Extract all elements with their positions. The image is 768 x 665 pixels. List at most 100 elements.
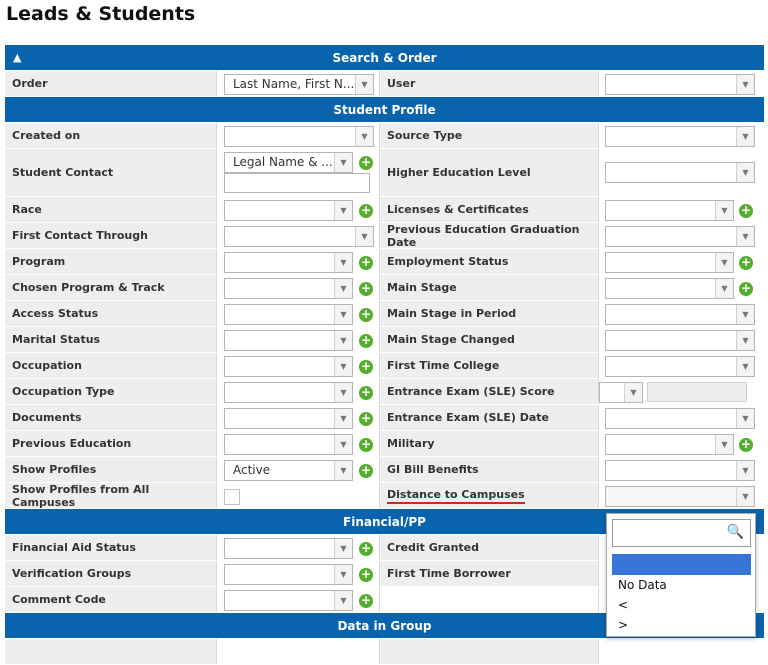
dropdown-option-lt[interactable]: <: [618, 598, 628, 612]
program-select[interactable]: ▼: [224, 252, 353, 273]
chevron-down-icon: ▼: [334, 591, 352, 610]
chevron-down-icon: ▼: [736, 409, 754, 428]
add-icon[interactable]: +: [739, 282, 753, 296]
row-program: Program ▼ + Employment Status ▼ +: [5, 249, 764, 275]
add-icon[interactable]: +: [739, 204, 753, 218]
label-credit-granted: Credit Granted: [380, 535, 599, 560]
chevron-down-icon: ▼: [334, 153, 352, 172]
section-search-order[interactable]: ▲ Search & Order: [5, 45, 764, 71]
page-title: Leads & Students: [6, 3, 196, 25]
label-financial-aid: Financial Aid Status: [5, 535, 217, 560]
search-icon: 🔍: [726, 524, 744, 540]
first-contact-select[interactable]: ▼: [224, 226, 374, 247]
label-source-type: Source Type: [380, 123, 599, 148]
access-status-select[interactable]: ▼: [224, 304, 353, 325]
occupation-select[interactable]: ▼: [224, 356, 353, 377]
gi-bill-select[interactable]: ▼: [605, 460, 755, 481]
chevron-down-icon: ▼: [355, 127, 373, 146]
add-icon[interactable]: +: [359, 360, 373, 374]
add-icon[interactable]: +: [359, 282, 373, 296]
chevron-up-icon[interactable]: ▲: [13, 45, 21, 71]
add-icon[interactable]: +: [359, 308, 373, 322]
user-select[interactable]: ▼: [605, 74, 755, 95]
chevron-down-icon: ▼: [736, 75, 754, 94]
student-contact-select[interactable]: Legal Name & ... ▼: [224, 152, 353, 173]
race-select[interactable]: ▼: [224, 200, 353, 221]
dropdown-option-gt[interactable]: >: [618, 618, 628, 632]
chosen-program-select[interactable]: ▼: [224, 278, 353, 299]
label-employment-status: Employment Status: [380, 249, 599, 274]
comment-code-select[interactable]: ▼: [224, 590, 353, 611]
student-contact-input[interactable]: [224, 173, 370, 193]
all-campuses-checkbox[interactable]: [224, 489, 240, 505]
created-on-select[interactable]: ▼: [224, 126, 374, 147]
documents-select[interactable]: ▼: [224, 408, 353, 429]
chevron-down-icon: ▼: [334, 409, 352, 428]
military-select[interactable]: ▼: [605, 434, 734, 455]
row-occupation-type: Occupation Type ▼ + Entrance Exam (SLE) S…: [5, 379, 764, 405]
dropdown-option-empty[interactable]: [612, 554, 751, 575]
higher-education-select[interactable]: ▼: [605, 162, 755, 183]
add-icon[interactable]: +: [359, 204, 373, 218]
previous-education-select[interactable]: ▼: [224, 434, 353, 455]
add-icon[interactable]: +: [359, 594, 373, 608]
occupation-type-select[interactable]: ▼: [224, 382, 353, 403]
add-icon[interactable]: +: [739, 256, 753, 270]
marital-status-select[interactable]: ▼: [224, 330, 353, 351]
section-title: Data in Group: [337, 619, 432, 633]
main-stage-changed-select[interactable]: ▼: [605, 330, 755, 351]
add-icon[interactable]: +: [359, 568, 373, 582]
label-sle-date: Entrance Exam (SLE) Date: [380, 405, 599, 430]
sle-score-operator-select[interactable]: ▼: [599, 382, 643, 403]
label-student-contact: Student Contact: [5, 149, 217, 196]
row-all-campuses: Show Profiles from All Campuses Distance…: [5, 483, 764, 509]
chevron-down-icon: ▼: [334, 435, 352, 454]
chevron-down-icon: ▼: [715, 253, 733, 272]
licenses-select[interactable]: ▼: [605, 200, 734, 221]
chevron-down-icon: ▼: [334, 383, 352, 402]
add-icon[interactable]: +: [359, 386, 373, 400]
add-icon[interactable]: +: [359, 464, 373, 478]
label-main-stage: Main Stage: [380, 275, 599, 300]
row-occupation: Occupation ▼ + First Time College ▼: [5, 353, 764, 379]
chevron-down-icon: ▼: [334, 279, 352, 298]
section-title: Financial/PP: [343, 515, 426, 529]
add-icon[interactable]: +: [739, 438, 753, 452]
chevron-down-icon: ▼: [736, 127, 754, 146]
verification-select[interactable]: ▼: [224, 564, 353, 585]
row-created-on: Created on ▼ Source Type ▼: [5, 123, 764, 149]
label-distance-campuses: Distance to Campuses: [387, 488, 525, 504]
first-time-college-select[interactable]: ▼: [605, 356, 755, 377]
chevron-down-icon: ▼: [736, 227, 754, 246]
show-profiles-select[interactable]: Active ▼: [224, 460, 353, 481]
add-icon[interactable]: +: [359, 156, 373, 170]
label-show-profiles: Show Profiles: [5, 457, 217, 482]
add-icon[interactable]: +: [359, 256, 373, 270]
source-type-select[interactable]: ▼: [605, 126, 755, 147]
add-icon[interactable]: +: [359, 412, 373, 426]
label-all-campuses: Show Profiles from All Campuses: [5, 483, 217, 509]
order-select[interactable]: Last Name, First N... ▼: [224, 74, 374, 95]
main-stage-period-select[interactable]: ▼: [605, 304, 755, 325]
financial-aid-select[interactable]: ▼: [224, 538, 353, 559]
main-stage-select[interactable]: ▼: [605, 278, 734, 299]
employment-status-select[interactable]: ▼: [605, 252, 734, 273]
row-marital-status: Marital Status ▼ + Main Stage Changed ▼: [5, 327, 764, 353]
row-chosen-program: Chosen Program & Track ▼ + Main Stage ▼ +: [5, 275, 764, 301]
dropdown-search-input[interactable]: 🔍: [612, 519, 751, 547]
label-marital-status: Marital Status: [5, 327, 217, 352]
add-icon[interactable]: +: [359, 542, 373, 556]
label-chosen-program: Chosen Program & Track: [5, 275, 217, 300]
sle-date-select[interactable]: ▼: [605, 408, 755, 429]
label-first-time-borrower: First Time Borrower: [380, 561, 599, 586]
chevron-down-icon: ▼: [736, 487, 754, 506]
row-student-contact: Student Contact Legal Name & ... ▼ + High…: [5, 149, 764, 197]
dropdown-option-no-data[interactable]: No Data: [618, 578, 667, 592]
chevron-down-icon: ▼: [736, 357, 754, 376]
label-gi-bill: GI Bill Benefits: [380, 457, 599, 482]
add-icon[interactable]: +: [359, 438, 373, 452]
label-military: Military: [380, 431, 599, 456]
add-icon[interactable]: +: [359, 334, 373, 348]
prev-edu-grad-date-select[interactable]: ▼: [605, 226, 755, 247]
distance-campuses-select[interactable]: ▼: [605, 486, 755, 507]
